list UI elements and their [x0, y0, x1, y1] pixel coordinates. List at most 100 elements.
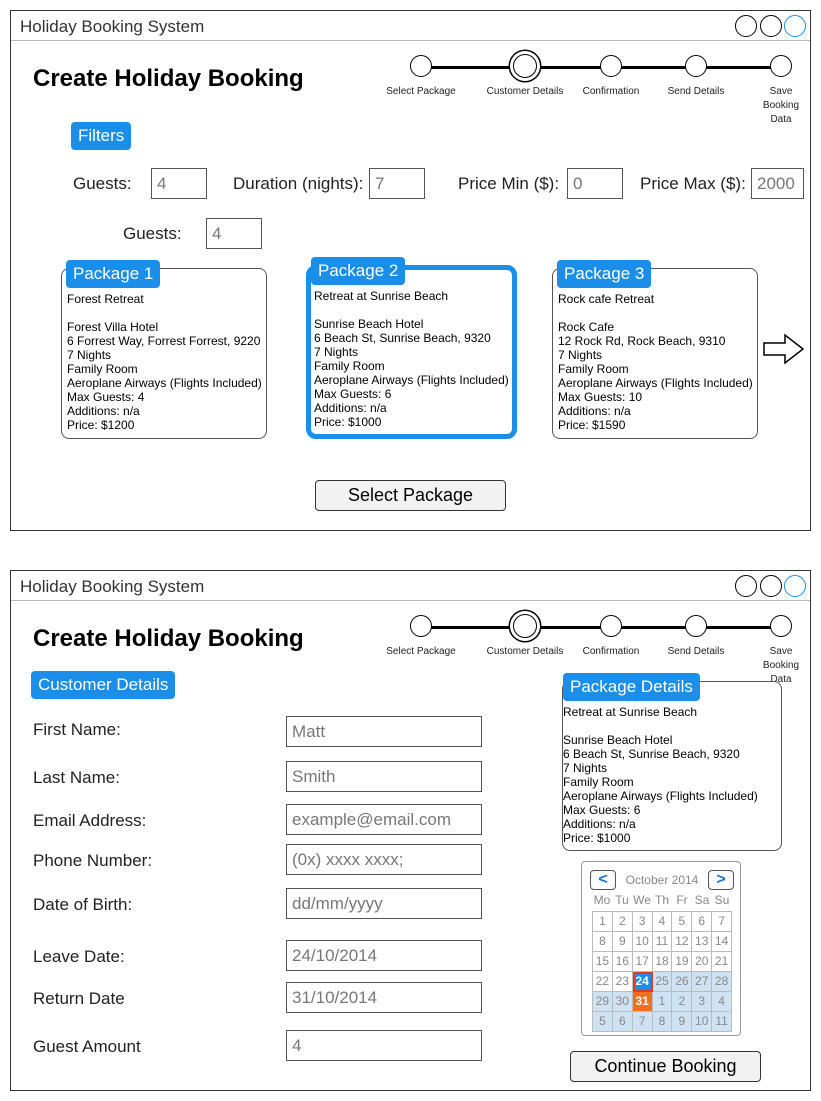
calendar-day[interactable]: 10: [692, 1012, 713, 1032]
calendar-day[interactable]: 8: [652, 1012, 673, 1032]
calendar-day[interactable]: 22: [593, 972, 613, 992]
package-card-1[interactable]: Package 1 Forest Retreat Forest Villa Ho…: [61, 260, 267, 439]
calendar-day[interactable]: 7: [632, 1012, 653, 1032]
calendar-day[interactable]: 30: [612, 992, 633, 1012]
calendar-day[interactable]: 5: [672, 912, 693, 932]
page-title: Create Holiday Booking: [33, 65, 304, 92]
calendar-day[interactable]: 10: [632, 932, 653, 952]
calendar-week-row: 29 30 31 1 2 3 4: [593, 992, 733, 1012]
calendar-day[interactable]: 8: [593, 932, 613, 952]
calendar-day[interactable]: 23: [612, 972, 633, 992]
guests-input-2[interactable]: [206, 218, 262, 249]
email-input[interactable]: [286, 804, 482, 835]
close-icon[interactable]: [784, 575, 806, 597]
calendar-day-grid: 1 2 3 4 5 6 7 8 9 10 11 12 13 14 15 16 17 18 19 20 21 22 23 24 2…: [592, 911, 733, 1032]
next-arrow-icon[interactable]: [763, 333, 805, 365]
leave-date-input[interactable]: [286, 940, 482, 971]
calendar-dow: Su: [714, 893, 730, 907]
package-details-text: Retreat at Sunrise Beach Sunrise Beach H…: [563, 705, 758, 845]
calendar-day[interactable]: 11: [712, 1012, 733, 1032]
calendar-day[interactable]: 4: [652, 912, 673, 932]
leave-date-label: Leave Date:: [33, 947, 125, 966]
calendar-day[interactable]: 25: [652, 972, 673, 992]
package-card-2[interactable]: Package 2 Retreat at Sunrise Beach Sunri…: [306, 257, 517, 439]
calendar-day[interactable]: 3: [692, 992, 713, 1012]
minimize-icon[interactable]: [735, 575, 757, 597]
customer-details-label: Customer Details: [31, 671, 176, 699]
step-circle-send-details[interactable]: [685, 615, 707, 637]
step-circle-send-details[interactable]: [685, 55, 707, 77]
last-name-input[interactable]: [286, 761, 482, 792]
dob-input[interactable]: [286, 888, 482, 919]
step-circle-confirmation[interactable]: [600, 615, 622, 637]
step-label-select-package: Select Package: [386, 86, 456, 97]
window-customer-details: Holiday Booking System Create Holiday Bo…: [10, 570, 811, 1091]
step-circle-customer-details[interactable]: [510, 611, 540, 641]
calendar-prev-button[interactable]: <: [590, 870, 616, 890]
step-circle-select-package[interactable]: [410, 55, 432, 77]
calendar-day[interactable]: 12: [672, 932, 693, 952]
maximize-icon[interactable]: [760, 15, 782, 37]
calendar-day[interactable]: 4: [712, 992, 733, 1012]
calendar-day[interactable]: 21: [712, 952, 733, 972]
title-bar: Holiday Booking System: [11, 571, 810, 601]
calendar-week-row: 22 23 24 25 26 27 28: [593, 972, 733, 992]
progress-stepper: Select Package Customer Details Confirma…: [381, 45, 801, 135]
calendar-day[interactable]: 17: [632, 952, 653, 972]
step-label-send-details: Send Details: [667, 646, 725, 657]
date-picker-calendar: < October 2014 > Mo Tu We Th Fr Sa Su 12…: [581, 861, 741, 1036]
step-circle-select-package[interactable]: [410, 615, 432, 637]
guest-amount-input[interactable]: [286, 1030, 482, 1061]
select-package-button[interactable]: Select Package: [315, 480, 506, 511]
step-circle-save-booking-data[interactable]: [770, 615, 792, 637]
phone-label: Phone Number:: [33, 851, 153, 870]
calendar-day[interactable]: 13: [692, 932, 713, 952]
price-min-input[interactable]: [567, 168, 623, 199]
first-name-input[interactable]: [286, 716, 482, 747]
return-date-input[interactable]: [286, 982, 482, 1013]
calendar-day[interactable]: 3: [632, 912, 653, 932]
duration-label: Duration (nights):: [233, 174, 364, 193]
calendar-day[interactable]: 28: [712, 972, 733, 992]
calendar-day[interactable]: 24: [632, 972, 653, 992]
calendar-day[interactable]: 6: [612, 1012, 633, 1032]
duration-input[interactable]: [369, 168, 425, 199]
calendar-day[interactable]: 9: [612, 932, 633, 952]
calendar-day[interactable]: 2: [672, 992, 693, 1012]
step-circle-save-booking-data[interactable]: [770, 55, 792, 77]
calendar-day[interactable]: 7: [712, 912, 733, 932]
step-circle-confirmation[interactable]: [600, 55, 622, 77]
package-card-3[interactable]: Package 3 Rock cafe Retreat Rock Cafe 12…: [552, 260, 758, 439]
calendar-day[interactable]: 11: [652, 932, 673, 952]
title-bar: Holiday Booking System: [11, 11, 810, 41]
close-icon[interactable]: [784, 15, 806, 37]
calendar-day[interactable]: 5: [593, 1012, 613, 1032]
price-max-input[interactable]: [751, 168, 804, 199]
calendar-day[interactable]: 16: [612, 952, 633, 972]
calendar-day[interactable]: 20: [692, 952, 713, 972]
calendar-day[interactable]: 19: [672, 952, 693, 972]
calendar-day[interactable]: 1: [652, 992, 673, 1012]
calendar-dow: Th: [654, 893, 669, 907]
calendar-day[interactable]: 18: [652, 952, 673, 972]
maximize-icon[interactable]: [760, 575, 782, 597]
minimize-icon[interactable]: [735, 15, 757, 37]
calendar-day[interactable]: 31: [632, 992, 653, 1012]
calendar-day[interactable]: 14: [712, 932, 733, 952]
calendar-day[interactable]: 27: [692, 972, 713, 992]
calendar-next-button[interactable]: >: [708, 870, 734, 890]
continue-booking-button[interactable]: Continue Booking: [570, 1051, 761, 1082]
calendar-day[interactable]: 2: [612, 912, 633, 932]
package-card-title: Package 3: [557, 260, 652, 288]
calendar-day[interactable]: 29: [593, 992, 613, 1012]
calendar-day[interactable]: 15: [593, 952, 613, 972]
last-name-label: Last Name:: [33, 768, 120, 787]
calendar-day[interactable]: 1: [593, 912, 613, 932]
phone-input[interactable]: [286, 844, 482, 875]
filters-label: Filters: [71, 122, 132, 150]
calendar-day[interactable]: 9: [672, 1012, 693, 1032]
calendar-day[interactable]: 26: [672, 972, 693, 992]
guests-input[interactable]: [151, 168, 207, 199]
calendar-day[interactable]: 6: [692, 912, 713, 932]
step-circle-customer-details[interactable]: [510, 51, 540, 81]
